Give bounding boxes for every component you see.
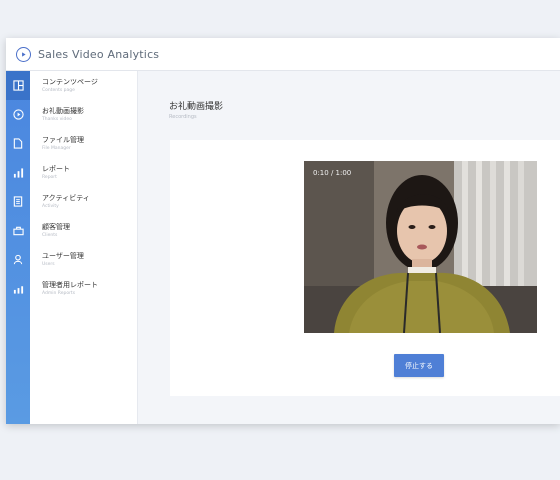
nav-sublabel: Admin Reports	[42, 291, 76, 296]
play-icon[interactable]	[6, 100, 30, 129]
nav-sublabel: Report	[42, 175, 57, 180]
user-icon[interactable]	[6, 245, 30, 274]
nav-label: ファイル管理	[42, 136, 84, 144]
nav-sublabel: Users	[42, 262, 55, 267]
report-icon[interactable]	[6, 274, 30, 303]
nav-item-report[interactable]: レポート Report	[30, 158, 137, 187]
document-icon[interactable]	[6, 129, 30, 158]
page-title: お礼動画撮影	[169, 102, 224, 112]
recording-timer: 0:10 / 1:00	[313, 169, 352, 177]
nav-item-file-manager[interactable]: ファイル管理 File Manager	[30, 129, 137, 158]
nav-label: レポート	[42, 165, 70, 173]
top-bar: Sales Video Analytics	[6, 38, 560, 71]
nav-sublabel: Thanks video	[42, 117, 72, 122]
nav-item-activity[interactable]: アクティビティ Activity	[30, 187, 137, 216]
main-content: お礼動画撮影 Recordings 0:10 / 1:00 停止する	[138, 71, 560, 424]
stop-button[interactable]: 停止する	[394, 354, 444, 377]
bar-chart-icon[interactable]	[6, 158, 30, 187]
camera-feed-image	[304, 161, 537, 333]
nav-label: お礼動画撮影	[42, 107, 84, 115]
nav-label: 顧客管理	[42, 223, 70, 231]
briefcase-icon[interactable]	[6, 216, 30, 245]
list-icon[interactable]	[6, 187, 30, 216]
nav-item-contents[interactable]: コンテンツページ Contents page	[30, 71, 137, 100]
nav-item-thanks-video[interactable]: お礼動画撮影 Thanks video	[30, 100, 137, 129]
nav-label: コンテンツページ	[42, 78, 98, 86]
nav-panel: コンテンツページ Contents page お礼動画撮影 Thanks vid…	[30, 71, 138, 424]
recording-card: 0:10 / 1:00 停止する	[170, 140, 560, 396]
nav-item-users[interactable]: ユーザー管理 Users	[30, 245, 137, 274]
app-window: Sales Video Analytics コンテンツページ Contents …	[6, 38, 560, 424]
video-preview[interactable]: 0:10 / 1:00	[304, 161, 537, 333]
app-title: Sales Video Analytics	[38, 47, 160, 61]
nav-label: アクティビティ	[42, 194, 90, 202]
nav-item-admin-reports[interactable]: 管理者用レポート Admin Reports	[30, 274, 137, 303]
nav-label: ユーザー管理	[42, 252, 84, 260]
nav-item-clients[interactable]: 顧客管理 Clients	[30, 216, 137, 245]
nav-label: 管理者用レポート	[42, 281, 98, 289]
nav-sublabel: Contents page	[42, 88, 75, 93]
icon-sidebar	[6, 71, 30, 424]
nav-sublabel: File Manager	[42, 146, 71, 151]
page-subtitle: Recordings	[169, 114, 197, 120]
dashboard-icon[interactable]	[6, 71, 30, 100]
nav-sublabel: Activity	[42, 204, 59, 209]
logo-play-icon	[16, 46, 31, 62]
nav-sublabel: Clients	[42, 233, 58, 238]
